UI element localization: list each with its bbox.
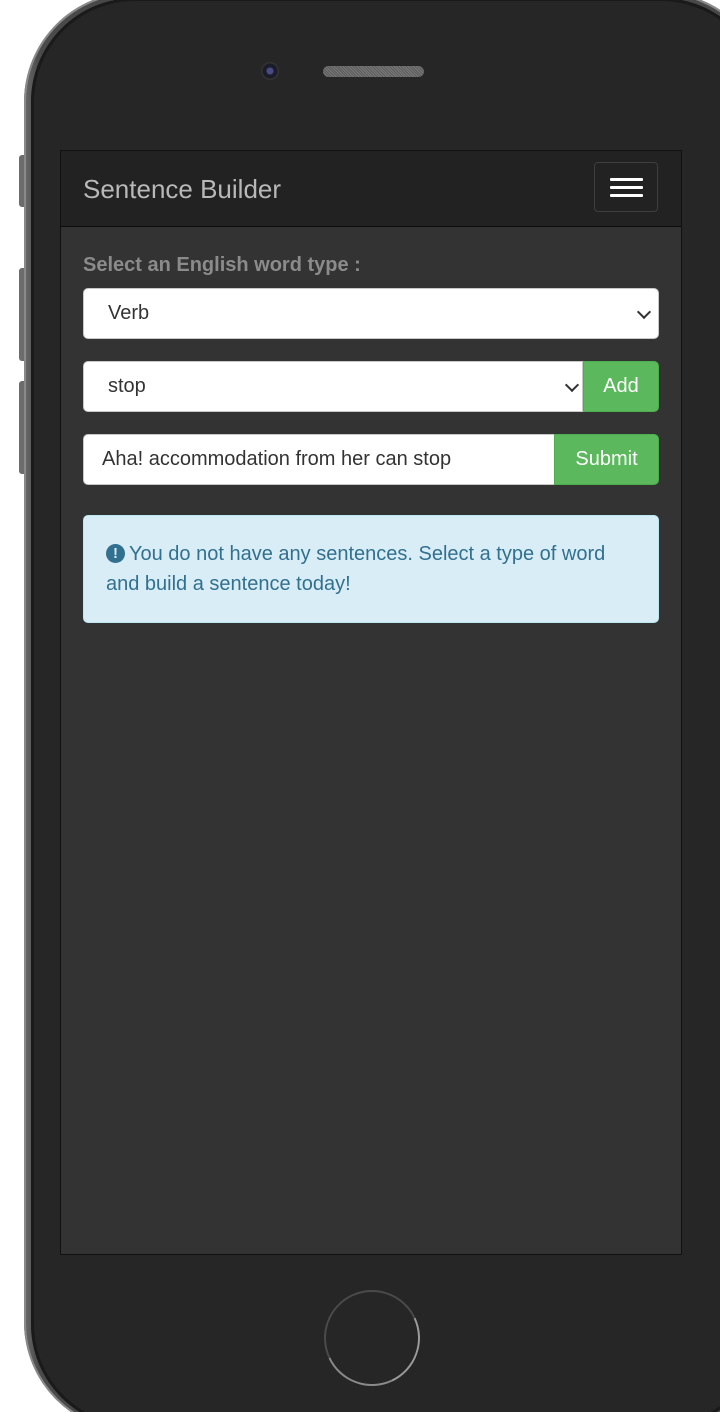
navbar-brand[interactable]: Sentence Builder [83,173,281,205]
navbar-toggle-button[interactable] [594,162,658,212]
word-type-select[interactable]: Verb [83,288,659,339]
navbar: Sentence Builder [61,151,681,227]
word-type-selected-value: Verb [108,302,150,324]
alert-message: You do not have any sentences. Select a … [106,543,606,595]
page: Sentence Builder Select an English word … [0,0,720,1412]
front-camera-icon [261,62,279,80]
phone-screen: Sentence Builder Select an English word … [60,150,682,1255]
chevron-down-icon [636,304,652,320]
info-alert: ! You do not have any sentences. Select a… [83,515,659,623]
earpiece-speaker [323,66,424,77]
word-selected-value: stop [108,375,146,397]
word-select[interactable]: stop [83,361,583,412]
submit-button[interactable]: Submit [554,434,659,485]
sentence-input[interactable] [83,434,555,485]
chevron-down-icon [564,377,580,393]
exclamation-circle-icon: ! [106,544,125,563]
add-button[interactable]: Add [583,361,659,412]
word-type-label: Select an English word type : [83,254,361,276]
